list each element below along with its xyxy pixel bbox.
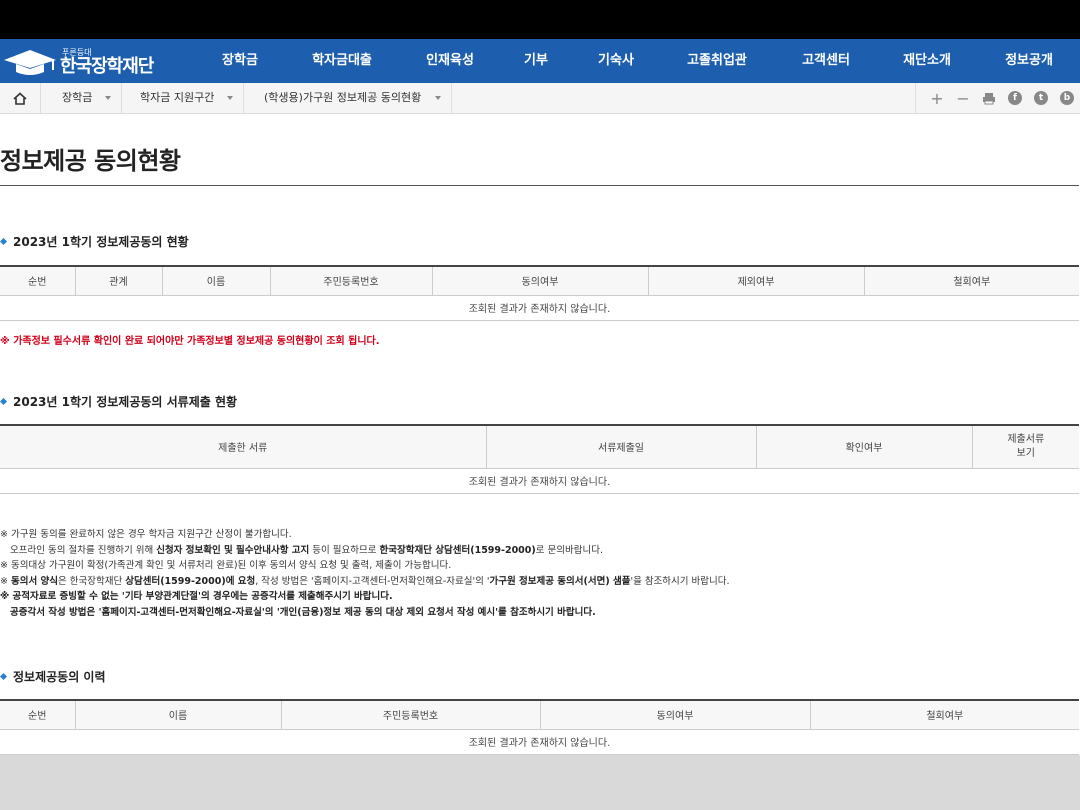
column-header: 주민등록번호 [280,699,540,730]
note-line: ※ 공적자료로 증빙할 수 없는 '기타 부양관계단절'의 경우에는 공증각서를… [0,591,393,602]
graduation-cap-icon [4,50,56,75]
document-status-table: 제출한 서류 서류제출일 확인여부 제출서류 보기 조회된 결과가 존재하지 않… [0,424,1079,494]
nav-item-scholarship[interactable]: 장학금 [222,39,258,83]
page-title: 정보제공 동의현황 [0,147,181,175]
empty-result-message: 조회된 결과가 존재하지 않습니다. [0,295,1079,321]
page-tools: + − f t b [915,83,1080,113]
column-header: 이름 [74,699,281,730]
breadcrumb-label: 학자금 지원구간 [140,91,215,104]
divider [0,185,1079,186]
top-black-bar [0,0,1080,39]
guidance-notes: ※ 가구원 동의를 완료하지 않은 경우 학자금 지원구간 산정이 불가합니다.… [0,527,730,620]
breadcrumb-label: (학생용)가구원 정보제공 동의현황 [264,91,422,104]
family-info-warning: ※ 가족정보 필수서류 확인이 완료 되어야만 가족정보별 정보제공 동의현황이… [0,336,380,347]
empty-result-message: 조회된 결과가 존재하지 않습니다. [0,468,1079,494]
column-header: 철회여부 [809,699,1079,730]
logo-title: 한국장학재단 [60,55,154,77]
section-document-status-title: 2023년 1학기 정보제공동의 서류제출 현황 [0,393,237,410]
zoom-out-icon[interactable]: − [955,89,971,108]
section-consent-history-title: 정보제공동의 이력 [0,668,106,685]
print-icon[interactable] [981,90,997,106]
zoom-in-icon[interactable]: + [929,89,945,108]
chevron-down-icon [435,96,441,100]
column-header: 철회여부 [863,265,1079,296]
breadcrumb-consent-status[interactable]: (학생용)가구원 정보제공 동의현황 [250,83,452,113]
nav-item-about[interactable]: 재단소개 [903,39,951,83]
site-logo[interactable]: 푸른등대 한국장학재단 [2,47,154,77]
nav-item-disclosure[interactable]: 정보공개 [1005,39,1053,83]
column-header: 이름 [161,265,270,296]
section-heading: 2023년 1학기 정보제공동의 현황 [13,235,189,249]
empty-result-message: 조회된 결과가 존재하지 않습니다. [0,729,1079,755]
nav-item-customer-center[interactable]: 고객센터 [802,39,850,83]
breadcrumb-support-level[interactable]: 학자금 지원구간 [126,83,244,113]
column-header: 서류제출일 [485,424,756,469]
breadcrumb-scholarship[interactable]: 장학금 [48,83,122,113]
twitter-icon[interactable]: t [1033,90,1049,106]
column-header: 동의여부 [431,265,648,296]
nav-item-dormitory[interactable]: 기숙사 [598,39,634,83]
column-header: 관계 [74,265,162,296]
column-header: 순번 [0,699,75,730]
column-header: 순번 [0,265,75,296]
column-header: 확인여부 [755,424,972,469]
blog-icon[interactable]: b [1059,90,1075,106]
consent-history-table: 순번 이름 주민등록번호 동의여부 철회여부 조회된 결과가 존재하지 않습니다… [0,699,1079,755]
nav-item-student-loan[interactable]: 학자금대출 [312,39,372,83]
home-button[interactable] [0,83,41,113]
section-consent-status-title: 2023년 1학기 정보제공동의 현황 [0,233,189,250]
note-line: ※ 동의대상 가구원이 확정(가족관계 확인 및 서류처리 완료)된 이후 동의… [0,560,452,571]
bullet-icon [0,397,8,406]
chevron-down-icon [227,96,233,100]
column-header: 주민등록번호 [269,265,432,296]
breadcrumb-label: 장학금 [62,91,93,104]
column-header: 동의여부 [539,699,810,730]
consent-status-table: 순번 관계 이름 주민등록번호 동의여부 제외여부 철회여부 조회된 결과가 존… [0,265,1079,321]
note-line: ※ 동의서 양식은 한국장학재단 상담센터(1599-2000)에 요청, 작성… [0,575,730,587]
footer-area [0,755,1080,810]
section-heading: 정보제공동의 이력 [13,670,106,684]
facebook-icon[interactable]: f [1007,90,1023,106]
bullet-icon [0,672,8,681]
home-icon [13,91,27,105]
column-header: 제출서류 보기 [971,424,1079,469]
note-line: 공증각서 작성 방법은 '홈페이지-고객센터-먼저확인해요-자료실'의 '개인(… [10,606,596,618]
note-line: 오프라인 동의 절차를 진행하기 위해 신청자 정보확인 및 필수안내사항 고지… [10,544,603,556]
section-heading: 2023년 1학기 정보제공동의 서류제출 현황 [13,395,238,409]
breadcrumb: 장학금 학자금 지원구간 (학생용)가구원 정보제공 동의현황 + − f t … [0,83,1080,114]
nav-item-employment[interactable]: 고졸취업관 [687,39,747,83]
main-navigation: 푸른등대 한국장학재단 장학금 학자금대출 인재육성 기부 기숙사 고졸취업관 … [0,39,1080,83]
nav-item-talent[interactable]: 인재육성 [426,39,474,83]
note-line: ※ 가구원 동의를 완료하지 않은 경우 학자금 지원구간 산정이 불가합니다. [0,529,292,540]
column-header: 제외여부 [647,265,864,296]
bullet-icon [0,237,8,246]
nav-item-donation[interactable]: 기부 [524,39,548,83]
column-header: 제출한 서류 [0,424,486,469]
chevron-down-icon [105,96,111,100]
